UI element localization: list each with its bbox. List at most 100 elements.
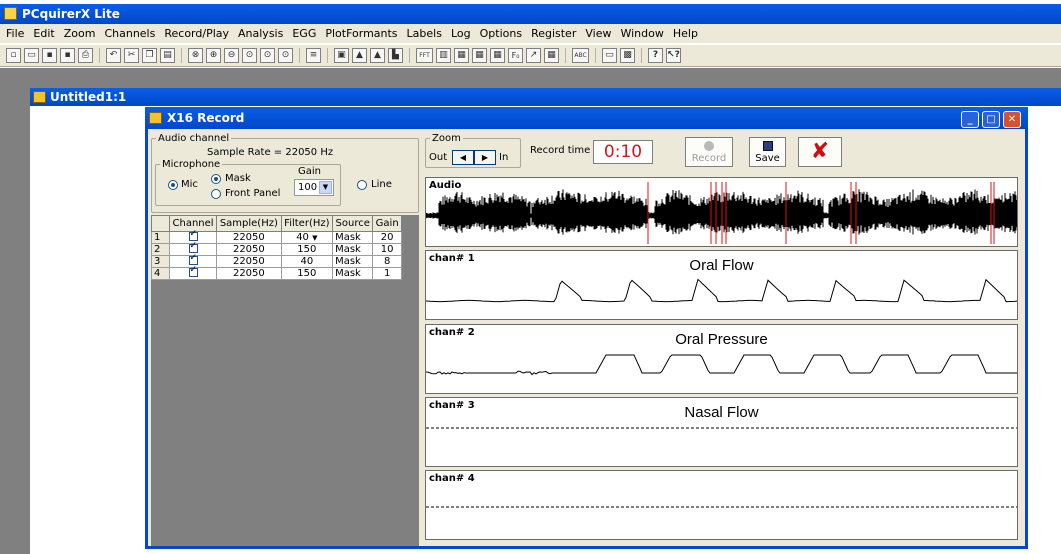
gain-select[interactable]: 100 ▼ [294,179,334,196]
filter-cell[interactable]: 40 [280,255,334,268]
play-icon[interactable]: ▲ [352,48,367,63]
copy-icon[interactable]: ❐ [142,48,157,63]
channel-checkbox[interactable] [188,230,198,241]
spectrogram-icon[interactable]: ▥ [436,48,451,63]
zoom-out-button[interactable]: ◀ [452,150,474,165]
label-icon[interactable]: ABC [572,48,589,63]
filter-cell[interactable]: 150 [280,243,334,256]
open-icon[interactable]: ▭ [24,48,39,63]
menu-labels[interactable]: Labels [407,27,442,40]
rec-icon[interactable]: ▙ [388,48,403,63]
align-icon[interactable]: ≡ [306,48,321,63]
menu-record-play[interactable]: Record/Play [164,27,229,40]
menu-window[interactable]: Window [620,27,663,40]
spectrum-icon[interactable]: ▦ [454,48,469,63]
gain-cell[interactable]: 20 [372,231,402,244]
channel-checkbox[interactable] [188,254,198,265]
menu-register[interactable]: Register [531,27,576,40]
menu-help[interactable]: Help [673,27,698,40]
source-cell[interactable]: Mask [332,267,374,280]
chan2-plot[interactable]: chan# 2 Oral Pressure [425,324,1018,394]
window-icon[interactable]: ▣ [334,48,349,63]
lpc-icon[interactable]: ▦ [472,48,487,63]
paste-icon[interactable]: ▤ [160,48,175,63]
pitch-icon[interactable]: ↗ [526,48,541,63]
table-icon[interactable]: ▦ [544,48,559,63]
help-icon[interactable]: ? [648,48,663,63]
zoom-icon[interactable]: ⊗ [188,48,203,63]
save-all-icon[interactable]: ▪ [60,48,75,63]
gain-cell[interactable]: 10 [372,243,402,256]
save-button[interactable]: Save [749,137,786,167]
channel-checkbox[interactable] [188,242,198,253]
line-radio[interactable] [357,180,367,190]
zoom-fit-icon[interactable]: ⊙ [242,48,257,63]
minimize-button[interactable]: _ [961,111,979,128]
audio-channel-plot[interactable]: Audio [425,177,1018,247]
mask-radio[interactable] [211,174,221,184]
zoom-sel-icon[interactable]: ⊙ [278,48,293,63]
menu-egg[interactable]: EGG [292,27,316,40]
source-cell[interactable]: Mask [332,231,374,244]
mic-radio[interactable] [168,180,178,190]
toolbar: ▫ ▭ ▪ ▪ ⎙ ↶ ✂ ❐ ▤ ⊗ ⊕ ⊖ ⊙ ⊙ ⊙ ≡ ▣ ▲ ▲ ▙ … [0,45,1061,67]
maximize-button[interactable]: □ [982,111,1000,128]
menu-file[interactable]: File [6,27,24,40]
chevron-down-icon[interactable]: ▼ [319,181,332,194]
ltas-icon[interactable]: ▦ [490,48,505,63]
zoom-full-icon[interactable]: ⊙ [260,48,275,63]
menu-plotformants[interactable]: PlotFormants [325,27,397,40]
toolbar-separator [641,48,642,63]
zoom-in-button[interactable]: ▶ [474,150,496,165]
zoom-legend: Zoom [432,133,461,144]
sample-cell[interactable]: 22050 [216,267,282,280]
menu-options[interactable]: Options [480,27,522,40]
filter-cell[interactable]: 40 ▼ [280,231,334,244]
menu-edit[interactable]: Edit [33,27,54,40]
new-icon[interactable]: ▫ [6,48,21,63]
record-button[interactable]: Record [685,137,733,167]
menu-log[interactable]: Log [451,27,471,40]
channel-enabled-cell[interactable] [168,266,218,280]
chan3-plot[interactable]: chan# 3 Nasal Flow [425,397,1018,467]
channel-checkbox[interactable] [188,266,198,277]
save-icon[interactable]: ▪ [42,48,57,63]
cancel-x-button[interactable]: ✘ [798,137,842,167]
menu-view[interactable]: View [585,27,611,40]
cut-icon[interactable]: ✂ [124,48,139,63]
close-button[interactable]: ✕ [1003,111,1021,128]
chan1-plot[interactable]: chan# 1 Oral Flow [425,250,1018,320]
record-dialog-title[interactable]: X16 Record [145,107,1028,129]
notes-icon[interactable]: ▭ [602,48,617,63]
chevron-down-icon[interactable]: ▼ [312,234,317,242]
chan4-plot[interactable]: chan# 4 [425,470,1018,540]
print-icon[interactable]: ⎙ [78,48,93,63]
row-number[interactable]: 2 [151,243,170,256]
fft-icon[interactable]: FFT [416,48,433,63]
stop-icon[interactable]: ▲ [370,48,385,63]
gain-cell[interactable]: 8 [372,255,402,268]
chart-icon[interactable]: ▩ [620,48,635,63]
source-cell[interactable]: Mask [332,255,374,268]
front-panel-radio[interactable] [211,189,221,199]
zoom-out-icon[interactable]: ⊖ [224,48,239,63]
source-cell[interactable]: Mask [332,243,374,256]
menu-zoom[interactable]: Zoom [64,27,96,40]
zoom-in-icon[interactable]: ⊕ [206,48,221,63]
row-number[interactable]: 1 [151,231,170,244]
filter-cell[interactable]: 150 [280,267,334,280]
sample-cell[interactable]: 22050 [216,231,282,244]
gain-cell[interactable]: 1 [372,267,402,280]
row-number[interactable]: 4 [151,267,170,280]
whats-this-icon[interactable]: ↖? [666,48,681,63]
menu-channels[interactable]: Channels [104,27,155,40]
menu-analysis[interactable]: Analysis [238,27,283,40]
row-number[interactable]: 3 [151,255,170,268]
document-title-bar[interactable]: Untitled1:1 [30,88,1061,106]
save-button-label: Save [755,153,780,164]
f0-icon[interactable]: F₀ [508,48,523,63]
filter-value: 40 [296,231,309,243]
undo-icon[interactable]: ↶ [106,48,121,63]
sample-cell[interactable]: 22050 [216,255,282,268]
sample-cell[interactable]: 22050 [216,243,282,256]
